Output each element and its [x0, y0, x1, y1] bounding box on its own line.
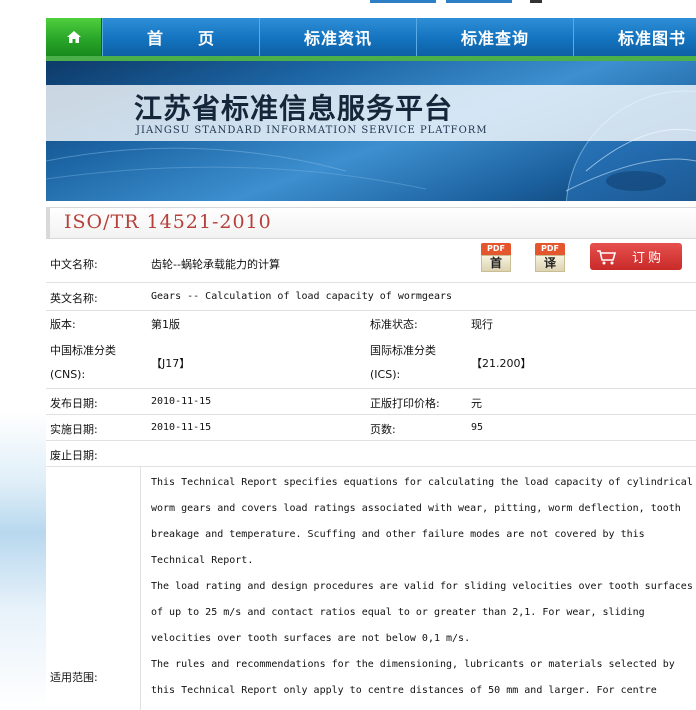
cns-label-line1: 中国标准分类 [50, 344, 116, 357]
scope-paragraph: The rules and recommendations for the di… [151, 659, 675, 696]
banner-subtitle: JIANGSU STANDARD INFORMATION SERVICE PLA… [136, 125, 488, 136]
standard-code-bar: ISO/TR 14521-2010 [46, 207, 696, 239]
order-button[interactable]: 订购 [590, 243, 682, 270]
scope-paragraph: This Technical Report specifies equation… [151, 477, 693, 566]
page-background-edge [0, 0, 46, 710]
cart-icon [597, 249, 617, 264]
standard-code: ISO/TR 14521-2010 [64, 211, 272, 233]
version-value: 第1版 [151, 318, 180, 331]
publish-date-value: 2010-11-15 [151, 396, 212, 407]
pages-value: 95 [471, 422, 484, 433]
pdf-first-label: 首 [481, 255, 511, 272]
nav-item-search[interactable]: 标准查询 [416, 18, 574, 56]
scope-paragraph: The load rating and design procedures ar… [151, 581, 693, 644]
en-name-value: Gears -- Calculation of load capacity of… [151, 291, 453, 302]
ics-label-line2: (ICS): [370, 368, 401, 381]
order-button-label: 订购 [632, 251, 665, 266]
implement-date-value: 2010-11-15 [151, 422, 212, 433]
cns-label-line2: (CNS): [50, 368, 86, 381]
cn-name-value: 齿轮--蜗轮承载能力的计算 [151, 258, 280, 271]
scope-label: 适用范围: [50, 671, 98, 684]
status-label: 标准状态: [370, 318, 418, 331]
home-icon [66, 31, 81, 43]
scope-text: This Technical Report specifies equation… [151, 470, 696, 704]
nav-item-books[interactable]: 标准图书 [573, 18, 696, 56]
cns-value: 【J17】 [151, 357, 191, 370]
nav-item-home[interactable]: 首 页 [102, 18, 260, 56]
pdf-icon: PDF [535, 243, 565, 255]
main-nav: 首 页 标准资讯 标准查询 标准图书 [46, 18, 696, 56]
site-banner: 江苏省标准信息服务平台 JIANGSU STANDARD INFORMATION… [46, 61, 696, 201]
en-name-label: 英文名称: [50, 292, 98, 305]
status-value: 现行 [471, 318, 493, 331]
price-value: 元 [471, 397, 482, 410]
cn-name-label: 中文名称: [50, 258, 98, 271]
price-label: 正版打印价格: [370, 397, 440, 410]
nav-home-button[interactable] [46, 18, 102, 56]
pages-label: 页数: [370, 423, 396, 436]
pdf-first-button[interactable]: PDF 首 [481, 243, 511, 273]
ics-value: 【21.200】 [471, 357, 532, 370]
banner-title: 江苏省标准信息服务平台 [134, 92, 454, 125]
nav-item-news[interactable]: 标准资讯 [259, 18, 417, 56]
abolish-date-label: 废止日期: [50, 449, 98, 462]
pdf-icon: PDF [481, 243, 511, 255]
ics-label-line1: 国际标准分类 [370, 344, 436, 357]
implement-date-label: 实施日期: [50, 423, 98, 436]
version-label: 版本: [50, 318, 76, 331]
publish-date-label: 发布日期: [50, 397, 98, 410]
pdf-translate-label: 译 [535, 255, 565, 272]
pdf-translate-button[interactable]: PDF 译 [535, 243, 565, 273]
